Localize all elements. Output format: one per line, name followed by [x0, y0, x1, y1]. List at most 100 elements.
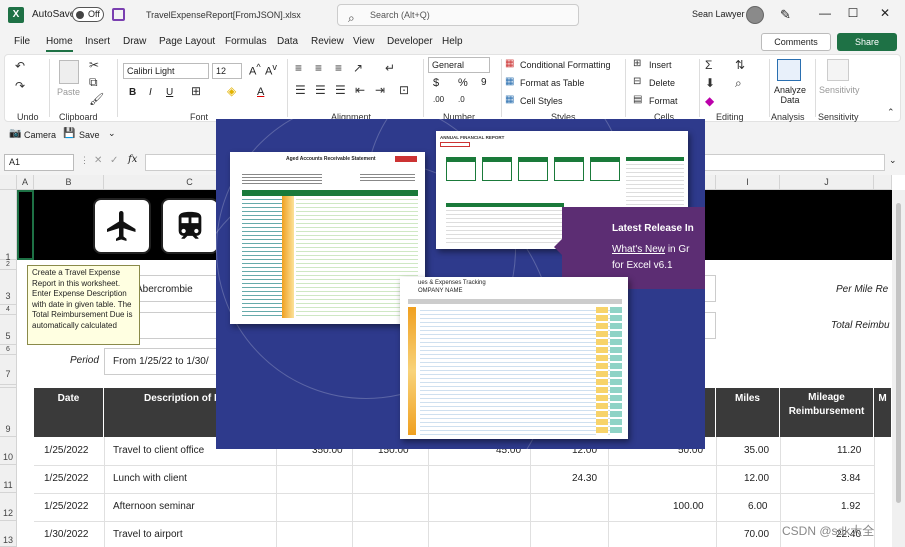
comma-icon[interactable]: 9 [481, 77, 487, 88]
row3-date[interactable]: 1/25/2022 [44, 501, 89, 512]
fill-color-icon[interactable]: ◈ [227, 84, 236, 98]
clear-icon[interactable]: ◆ [705, 94, 714, 108]
row1-date[interactable]: 1/25/2022 [44, 445, 89, 456]
increase-indent-icon[interactable]: ⇥ [375, 83, 385, 97]
increase-font-icon[interactable]: A^ [249, 62, 261, 78]
format-cells-icon[interactable]: ▤ [633, 94, 642, 105]
sort-filter-icon[interactable]: ⇅ [735, 58, 745, 72]
align-left-icon[interactable]: ☰ [295, 83, 306, 97]
avatar[interactable] [746, 6, 764, 24]
row3-description[interactable]: Afternoon seminar [113, 501, 195, 512]
conditional-formatting-button[interactable]: Conditional Formatting [520, 60, 611, 70]
format-as-table-icon[interactable]: ▦ [505, 76, 514, 87]
row3-value5[interactable]: 100.00 [673, 501, 704, 512]
row4-date[interactable]: 1/30/2022 [44, 529, 89, 540]
tab-review[interactable]: Review [311, 36, 344, 47]
redo-icon[interactable]: ↷ [15, 79, 25, 93]
minimize-icon[interactable]: — [815, 6, 835, 20]
delete-cells-icon[interactable]: ⊟ [633, 76, 641, 87]
merge-center-icon[interactable]: ⊡ [399, 83, 409, 97]
font-name-select[interactable]: Calibri Light [123, 63, 209, 79]
cut-icon[interactable]: ✂ [89, 58, 99, 72]
autosave-toggle[interactable]: Off [72, 7, 104, 22]
align-top-icon[interactable]: ≡ [295, 61, 302, 75]
row4-description[interactable]: Travel to airport [113, 529, 183, 540]
column-header-b[interactable]: B [34, 175, 104, 190]
user-name[interactable]: Sean Lawyer [692, 9, 745, 19]
collapse-ribbon-icon[interactable]: ⌃ [887, 107, 895, 118]
row2-value4[interactable]: 24.30 [572, 473, 597, 484]
row1-description[interactable]: Travel to client office [113, 445, 204, 456]
save-button[interactable]: Save [79, 130, 100, 140]
tab-view[interactable]: View [353, 36, 375, 47]
font-color-icon[interactable]: A [257, 86, 264, 98]
row-header-13[interactable]: 13 [0, 521, 17, 547]
conditional-formatting-icon[interactable]: ▦ [505, 58, 514, 69]
tab-file[interactable]: File [14, 36, 30, 47]
row4-miles[interactable]: 70.00 [744, 529, 769, 540]
promo-overlay[interactable]: Aged Accounts Receivable Statement ANNUA… [216, 119, 705, 449]
italic-icon[interactable]: I [149, 87, 152, 98]
comments-button[interactable]: Comments [761, 33, 831, 51]
promo-link[interactable]: What's New [612, 244, 665, 255]
column-header-i[interactable]: I [716, 175, 780, 190]
tab-formulas[interactable]: Formulas [225, 36, 267, 47]
tab-developer[interactable]: Developer [387, 36, 433, 47]
maximize-icon[interactable]: ☐ [843, 6, 863, 20]
decrease-font-icon[interactable]: Av [265, 62, 277, 78]
row2-date[interactable]: 1/25/2022 [44, 473, 89, 484]
close-icon[interactable]: ✕ [875, 6, 895, 20]
copy-icon[interactable]: ⧉ [89, 75, 98, 90]
enter-icon[interactable]: ✓ [110, 155, 118, 166]
delete-cells-button[interactable]: Delete [649, 78, 675, 88]
row3-reimbursement[interactable]: 1.92 [841, 501, 860, 512]
align-right-icon[interactable]: ☰ [335, 83, 346, 97]
insert-function-icon[interactable]: fx [128, 154, 137, 165]
insert-cells-button[interactable]: Insert [649, 60, 672, 70]
scrollbar-thumb[interactable] [896, 203, 901, 503]
row2-description[interactable]: Lunch with client [113, 473, 187, 484]
row2-miles[interactable]: 12.00 [744, 473, 769, 484]
column-header-a[interactable]: A [17, 175, 34, 190]
cancel-icon[interactable]: ✕ [94, 155, 102, 166]
insert-cells-icon[interactable]: ⊞ [633, 58, 641, 69]
format-painter-icon[interactable]: 🖌 [89, 92, 104, 106]
row-header-1[interactable]: 1 [0, 190, 17, 262]
row-header-12[interactable]: 12 [0, 493, 17, 521]
search-input[interactable]: ⌕ Search (Alt+Q) [337, 4, 579, 26]
camera-icon[interactable]: 📷 [9, 128, 21, 139]
decrease-indent-icon[interactable]: ⇤ [355, 83, 365, 97]
paste-icon[interactable] [59, 60, 79, 84]
expand-formula-icon[interactable]: ⌄ [889, 155, 897, 166]
cell-styles-icon[interactable]: ▦ [505, 94, 514, 105]
tab-data[interactable]: Data [277, 36, 298, 47]
camera-button[interactable]: Camera [24, 130, 56, 140]
bold-icon[interactable]: B [129, 87, 136, 98]
align-middle-icon[interactable]: ≡ [315, 61, 322, 75]
row2-reimbursement[interactable]: 3.84 [841, 473, 860, 484]
pen-icon[interactable]: ✎ [780, 7, 791, 23]
customize-qat-icon[interactable]: ⌄ [108, 128, 116, 139]
row-header-11[interactable]: 11 [0, 465, 17, 493]
row-header-10[interactable]: 10 [0, 437, 17, 465]
row-header-5[interactable]: 5 [0, 315, 17, 345]
sensitivity-icon[interactable] [827, 59, 849, 81]
orientation-icon[interactable]: ↗ [353, 61, 363, 75]
row-header-6[interactable]: 6 [0, 345, 17, 355]
tab-page-layout[interactable]: Page Layout [159, 36, 215, 47]
row1-miles[interactable]: 35.00 [744, 445, 769, 456]
font-size-select[interactable]: 12 [212, 63, 242, 79]
share-button[interactable]: Share [837, 33, 897, 51]
column-header-k[interactable] [874, 175, 892, 190]
thumbnail-aged-receivables[interactable]: Aged Accounts Receivable Statement [230, 152, 425, 324]
align-center-icon[interactable]: ☰ [315, 83, 326, 97]
format-as-table-button[interactable]: Format as Table [520, 78, 584, 88]
align-bottom-icon[interactable]: ≡ [335, 61, 342, 75]
sensitivity-button[interactable]: Sensitivity [819, 85, 860, 95]
row-header-9[interactable]: 9 [0, 388, 17, 437]
fill-icon[interactable]: ⬇ [705, 76, 715, 90]
find-select-icon[interactable]: ⌕ [735, 76, 742, 91]
borders-icon[interactable]: ⊞ [191, 84, 201, 98]
increase-decimal-icon[interactable]: .00 [433, 95, 444, 104]
row-header-7[interactable]: 7 [0, 355, 17, 385]
